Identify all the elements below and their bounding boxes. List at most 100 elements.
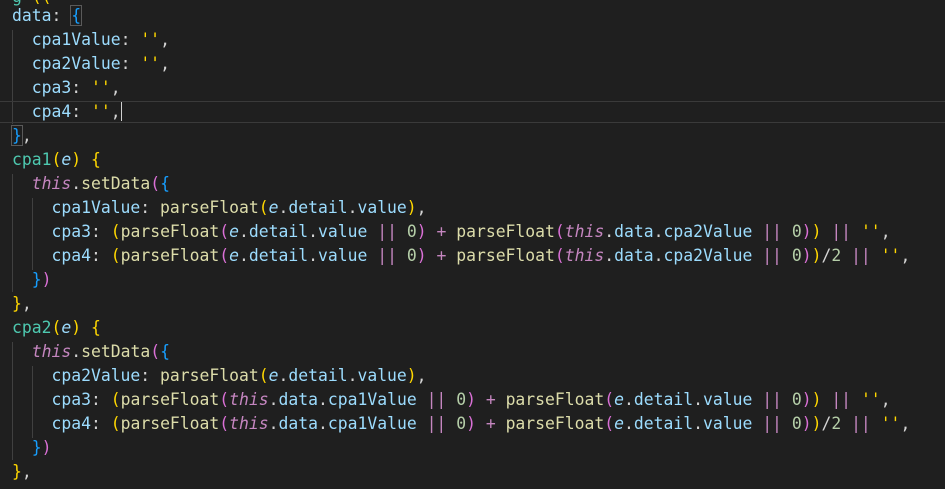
code-line[interactable]: cpa1(e) { [0, 148, 945, 172]
code-line[interactable]: this.setData({ [0, 340, 945, 364]
token-property: cpa2Value [31, 54, 121, 73]
code-punctuation: . [318, 390, 328, 409]
code-punctuation: , [110, 102, 121, 121]
code-token: cpa4 [51, 246, 91, 265]
code-punctuation: . [604, 246, 615, 265]
code-punctuation: , [900, 414, 911, 433]
code-line[interactable]: cpa1Value: parseFloat(e.detail.value), [0, 196, 945, 220]
code-punctuation: . [347, 366, 358, 385]
code-token: || [762, 414, 782, 433]
code-line[interactable]: }) [0, 268, 945, 292]
code-punctuation [496, 414, 506, 433]
code-token: parseFloat [120, 246, 220, 265]
code-token: data [278, 390, 318, 409]
code-punctuation: . [239, 222, 249, 241]
code-line[interactable]: cpa3: (parseFloat(this.data.cpa1Value ||… [0, 388, 945, 412]
code-line[interactable]: cpa2Value: '', [0, 52, 945, 76]
code-token: parseFloat [120, 414, 220, 433]
code-token: cpa3 [51, 390, 91, 409]
code-punctuation: . [624, 414, 634, 433]
code-line[interactable]: }, [0, 124, 945, 148]
code-punctuation: . [693, 414, 703, 433]
code-line[interactable]: cpa1Value: '', [0, 28, 945, 52]
code-punctuation: ( [110, 246, 121, 265]
code-line[interactable]: cpa3: '', [0, 76, 945, 100]
text-cursor [120, 102, 122, 121]
code-line-current[interactable]: cpa4: '', [0, 100, 945, 124]
code-token: cpa2Value [663, 222, 753, 241]
code-punctuation [782, 414, 792, 433]
token-string: '' [140, 54, 161, 73]
code-token: || [762, 246, 782, 265]
code-punctuation: : [90, 222, 111, 241]
code-line[interactable]: cpa4: (parseFloat(e.detail.value || 0) +… [0, 244, 945, 268]
code-punctuation: ) [811, 222, 822, 241]
code-token: value [357, 198, 407, 217]
code-punctuation: ( [554, 222, 565, 241]
code-punctuation: ( [150, 342, 161, 361]
code-punctuation: : [120, 30, 141, 49]
code-line[interactable]: this.setData({ [0, 172, 945, 196]
code-line-content: }, [12, 292, 32, 316]
code-token: detail [288, 366, 348, 385]
code-punctuation: ( [110, 222, 121, 241]
code-token: parseFloat [120, 390, 220, 409]
code-punctuation: ( [110, 414, 121, 433]
code-token: detail [248, 246, 309, 265]
code-punctuation: { [160, 342, 170, 361]
code-punctuation: ) [811, 414, 822, 433]
code-punctuation [871, 246, 881, 265]
code-punctuation [476, 390, 486, 409]
code-token: data [614, 246, 654, 265]
code-line-content: data: { [12, 4, 83, 28]
code-punctuation: : [140, 198, 161, 217]
code-token: 0 [456, 414, 467, 433]
code-punctuation: ) [801, 246, 812, 265]
code-line-content: cpa4: (parseFloat(e.detail.value || 0) +… [12, 244, 910, 268]
code-punctuation: } [12, 462, 22, 481]
code-line[interactable]: }) [0, 436, 945, 460]
code-punctuation: , [160, 54, 170, 73]
code-token: e [614, 390, 624, 409]
code-punctuation: : [140, 366, 161, 385]
code-line[interactable]: cpa4: (parseFloat(this.data.cpa1Value ||… [0, 412, 945, 436]
code-punctuation: , [110, 78, 121, 97]
code-line[interactable]: cpa2Value: parseFloat(e.detail.value), [0, 364, 945, 388]
code-line[interactable]: cpa2(e) { [0, 316, 945, 340]
code-punctuation [752, 222, 762, 241]
code-punctuation: } [31, 438, 42, 457]
token-function: cpa1 [12, 150, 52, 169]
code-punctuation: ) [801, 414, 812, 433]
code-punctuation: ) [416, 246, 427, 265]
code-token: e [268, 366, 279, 385]
code-punctuation: ( [219, 390, 230, 409]
code-line[interactable]: data: { [0, 4, 945, 28]
code-punctuation: ) [406, 366, 417, 385]
code-punctuation [821, 390, 831, 409]
code-punctuation [397, 222, 407, 241]
code-punctuation [367, 246, 377, 265]
code-token: this [564, 222, 605, 241]
code-punctuation [417, 414, 427, 433]
code-line[interactable]: }, [0, 292, 945, 316]
code-token: 0 [791, 414, 802, 433]
code-token: 2 [831, 414, 842, 433]
code-line[interactable]: }, [0, 460, 945, 484]
code-punctuation: { [90, 150, 101, 169]
code-token: || [851, 246, 871, 265]
code-punctuation: . [347, 198, 358, 217]
token-property: data [12, 6, 52, 25]
code-token: this [31, 342, 72, 361]
token-property: cpa4 [31, 102, 72, 121]
code-punctuation [782, 246, 792, 265]
code-line[interactable]: cpa3: (parseFloat(e.detail.value || 0) +… [0, 220, 945, 244]
code-editor[interactable]: g (( data: { cpa1Value: '', cpa2Value: '… [0, 0, 945, 489]
code-token: 0 [406, 246, 417, 265]
code-token: e [229, 222, 240, 241]
code-punctuation: ( [110, 390, 121, 409]
code-punctuation: ) [71, 318, 82, 337]
code-punctuation: . [71, 342, 82, 361]
code-punctuation: / [821, 414, 832, 433]
code-punctuation: : [90, 414, 111, 433]
code-punctuation: : [51, 6, 72, 25]
